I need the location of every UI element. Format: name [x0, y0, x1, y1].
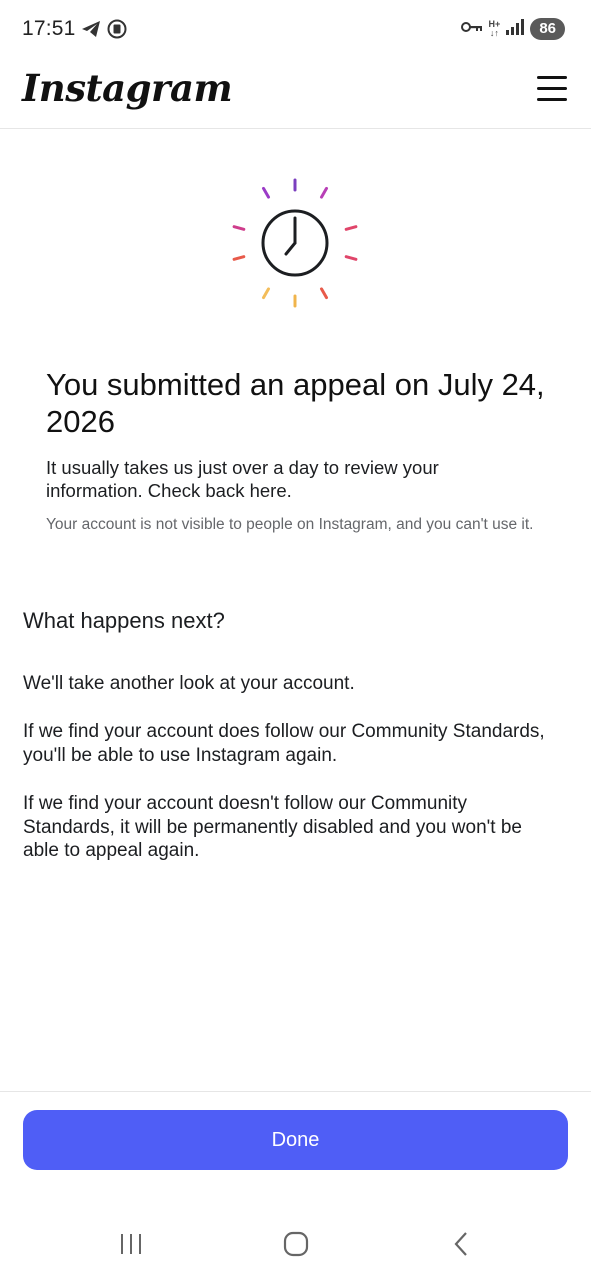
clock-icon — [232, 178, 358, 308]
footer-divider — [0, 1091, 591, 1092]
next-step-paragraph: If we find your account does follow our … — [23, 721, 545, 766]
battery-badge: 86 — [530, 18, 565, 40]
section-heading: What happens next? — [23, 608, 225, 633]
done-button[interactable]: Done — [23, 1110, 568, 1170]
status-time: 17:51 — [22, 17, 76, 40]
clock-ray — [262, 287, 270, 300]
clock-ray — [232, 255, 246, 261]
home-icon[interactable] — [276, 1226, 316, 1262]
review-info-text: It usually takes us just over a day to r… — [46, 457, 439, 501]
clock-illustration — [220, 170, 370, 320]
next-step-paragraph: We'll take another look at your account. — [23, 673, 355, 694]
system-nav-bar — [0, 1208, 591, 1280]
vpn-key-icon — [460, 20, 483, 39]
clock-ray — [320, 186, 328, 199]
page-title: You submitted an appeal on July 24, 2026 — [46, 367, 545, 439]
account-visibility-note: Your account is not visible to people on… — [46, 516, 534, 533]
clock-ray — [344, 255, 358, 261]
clock-ray — [320, 287, 328, 300]
clock-ray — [262, 186, 270, 199]
back-icon[interactable] — [442, 1226, 482, 1262]
telegram-icon — [80, 19, 102, 44]
recents-icon[interactable] — [111, 1226, 151, 1262]
signal-icon — [506, 18, 525, 40]
status-bar: 17:51 H+ ↓↑ 86 — [0, 0, 591, 60]
clock-ray — [344, 225, 358, 231]
app-header: Instagram — [0, 60, 591, 129]
hamburger-menu-icon[interactable] — [537, 76, 567, 104]
sync-icon — [106, 18, 128, 45]
clock-ray — [232, 225, 246, 231]
instagram-logo[interactable]: Instagram — [22, 66, 233, 110]
next-step-paragraph: If we find your account doesn't follow o… — [23, 793, 522, 861]
